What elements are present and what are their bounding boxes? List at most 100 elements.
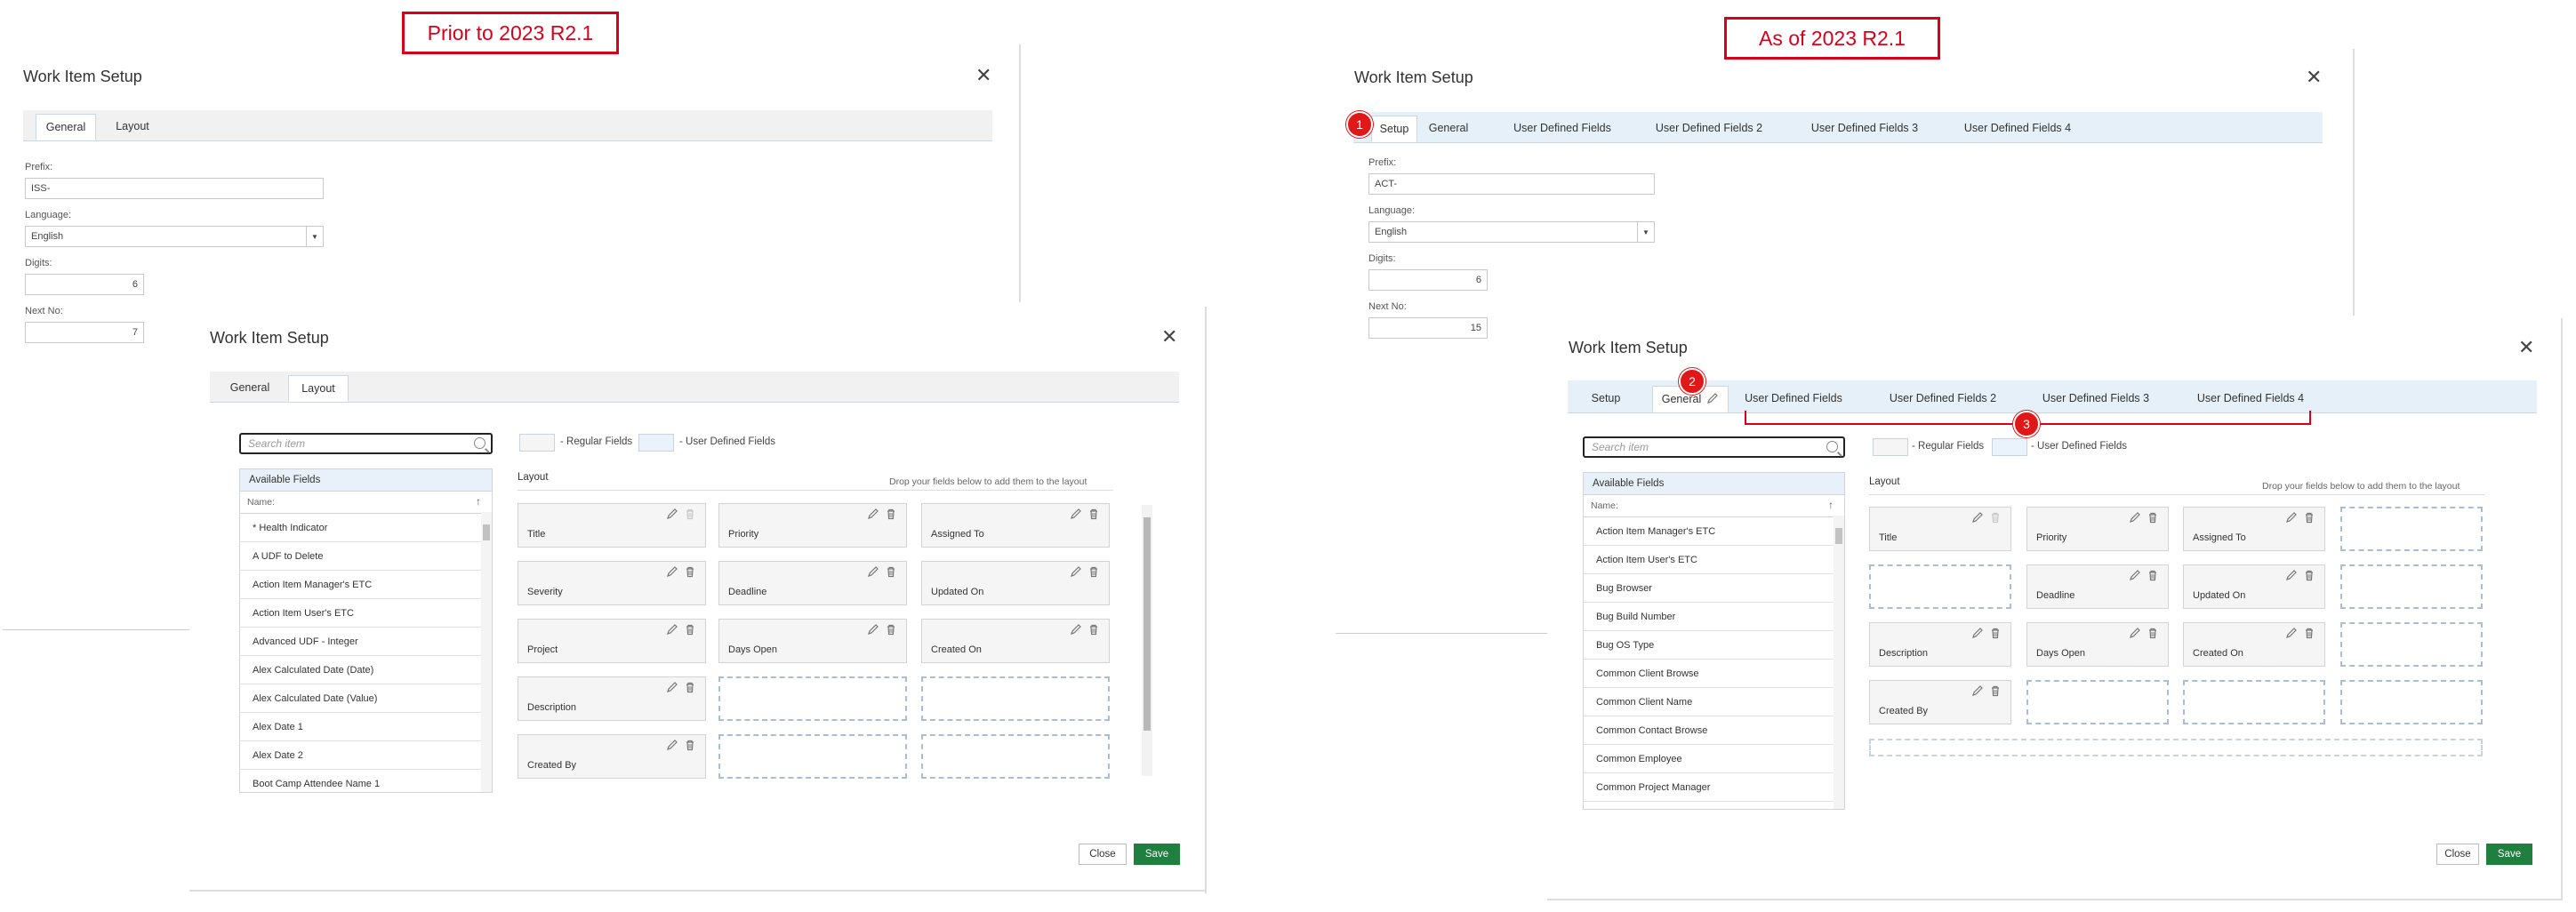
pencil-icon[interactable]: [666, 681, 678, 693]
search-input[interactable]: Search item: [239, 433, 493, 454]
search-icon[interactable]: [474, 437, 486, 449]
layout-field-card[interactable]: Days Open: [2026, 622, 2169, 667]
tab-udf-4[interactable]: User Defined Fields 4: [2184, 386, 2317, 411]
layout-field-card[interactable]: Priority: [718, 503, 907, 548]
list-item[interactable]: A UDF to Delete: [240, 542, 492, 571]
list-item[interactable]: Common Employee: [1584, 745, 1844, 773]
search-icon[interactable]: [1826, 441, 1838, 452]
empty-drop-slot[interactable]: [2183, 680, 2325, 724]
layout-field-card[interactable]: Created On: [921, 619, 1110, 663]
layout-field-card[interactable]: Assigned To: [2183, 507, 2325, 551]
language-select[interactable]: English ▼: [1368, 221, 1655, 243]
pencil-icon[interactable]: [867, 623, 879, 636]
trash-icon[interactable]: [684, 565, 696, 578]
layout-field-card[interactable]: Assigned To: [921, 503, 1110, 548]
layout-field-card[interactable]: Deadline: [718, 561, 907, 605]
pencil-icon[interactable]: [1070, 508, 1082, 520]
trash-icon[interactable]: [2303, 511, 2315, 524]
save-button[interactable]: Save: [2486, 844, 2532, 865]
layout-field-card[interactable]: Deadline: [2026, 564, 2169, 609]
chevron-down-icon[interactable]: ▼: [306, 227, 323, 246]
tab-udf-4[interactable]: User Defined Fields 4: [1951, 116, 2084, 140]
list-item[interactable]: Common Contact Browse: [1584, 716, 1844, 745]
trash-icon[interactable]: [1087, 623, 1100, 636]
empty-drop-slot[interactable]: [2340, 564, 2483, 609]
tab-layout[interactable]: Layout: [288, 375, 349, 402]
trash-icon[interactable]: [885, 508, 897, 520]
list-item[interactable]: Action Item Manager's ETC: [1584, 517, 1844, 546]
tab-setup[interactable]: Setup: [1583, 386, 1629, 411]
list-item[interactable]: Alex Calculated Date (Date): [240, 656, 492, 684]
list-item[interactable]: Action Item User's ETC: [1584, 546, 1844, 574]
list-item[interactable]: Common Project Manager: [1584, 773, 1844, 802]
layout-scrollbar[interactable]: [1142, 505, 1152, 776]
prefix-input[interactable]: ISS-: [25, 178, 324, 199]
trash-icon[interactable]: [684, 739, 696, 751]
chevron-down-icon[interactable]: ▼: [1637, 222, 1654, 242]
layout-field-card[interactable]: Title: [1869, 507, 2011, 551]
list-item[interactable]: Common Client Name: [1584, 688, 1844, 716]
tab-setup[interactable]: Setup: [1371, 116, 1417, 142]
pencil-icon[interactable]: [666, 739, 678, 751]
layout-field-card[interactable]: Priority: [2026, 507, 2169, 551]
layout-field-card[interactable]: Created On: [2183, 622, 2325, 667]
tab-general[interactable]: General: [1423, 116, 1474, 140]
tab-udf-2[interactable]: User Defined Fields 2: [1642, 116, 1776, 140]
trash-icon[interactable]: [1989, 684, 2002, 697]
empty-drop-slot[interactable]: [2340, 507, 2483, 551]
layout-field-card[interactable]: Severity: [518, 561, 706, 605]
empty-drop-slot[interactable]: [718, 676, 907, 721]
list-item[interactable]: Action Item User's ETC: [240, 599, 492, 628]
list-item[interactable]: Alex Calculated Date (Value): [240, 684, 492, 713]
layout-field-card[interactable]: Created By: [518, 734, 706, 779]
sort-icon[interactable]: ↑: [476, 495, 481, 508]
pencil-icon[interactable]: [1070, 565, 1082, 578]
close-icon[interactable]: ✕: [1161, 327, 1177, 347]
empty-drop-slot[interactable]: [2340, 680, 2483, 724]
tab-udf-3[interactable]: User Defined Fields 3: [2029, 386, 2163, 411]
tab-udf-1[interactable]: User Defined Fields: [1727, 386, 1860, 411]
layout-field-card[interactable]: Updated On: [921, 561, 1110, 605]
pencil-icon[interactable]: [1971, 511, 1984, 524]
pencil-icon[interactable]: [1971, 684, 1984, 697]
digits-input[interactable]: 6: [1368, 269, 1488, 291]
empty-drop-slot[interactable]: [2026, 680, 2169, 724]
layout-field-card[interactable]: Title: [518, 503, 706, 548]
pencil-icon[interactable]: [1706, 392, 1719, 407]
close-icon[interactable]: ✕: [975, 66, 991, 85]
list-item[interactable]: Bug Build Number: [1584, 603, 1844, 631]
empty-drop-slot[interactable]: [921, 676, 1110, 721]
close-button[interactable]: Close: [2436, 844, 2479, 865]
pencil-icon[interactable]: [2285, 511, 2298, 524]
close-icon[interactable]: ✕: [2306, 68, 2322, 87]
name-column-header[interactable]: Name: ↑: [240, 492, 492, 514]
pencil-icon[interactable]: [2285, 627, 2298, 639]
trash-icon[interactable]: [684, 681, 696, 693]
tab-layout[interactable]: Layout: [103, 114, 162, 139]
list-item[interactable]: Alex Date 1: [240, 713, 492, 741]
language-select[interactable]: English ▼: [25, 226, 324, 247]
sort-icon[interactable]: ↑: [1828, 499, 1834, 511]
empty-drop-slot[interactable]: [1869, 564, 2011, 609]
close-icon[interactable]: ✕: [2518, 338, 2534, 357]
layout-field-card[interactable]: Project: [518, 619, 706, 663]
list-scrollbar[interactable]: [481, 512, 492, 792]
layout-field-card[interactable]: Description: [518, 676, 706, 721]
layout-field-card[interactable]: Description: [1869, 622, 2011, 667]
pencil-icon[interactable]: [2129, 627, 2141, 639]
pencil-icon[interactable]: [867, 508, 879, 520]
empty-drop-slot[interactable]: [718, 734, 907, 779]
close-button[interactable]: Close: [1079, 844, 1127, 865]
trash-icon[interactable]: [2147, 569, 2159, 581]
list-item[interactable]: * Health Indicator: [240, 514, 492, 542]
list-item[interactable]: Alex Date 2: [240, 741, 492, 770]
pencil-icon[interactable]: [666, 565, 678, 578]
pencil-icon[interactable]: [2285, 569, 2298, 581]
pencil-icon[interactable]: [666, 508, 678, 520]
empty-drop-slot[interactable]: [1869, 739, 2483, 756]
layout-field-card[interactable]: Created By: [1869, 680, 2011, 724]
empty-drop-slot[interactable]: [2340, 622, 2483, 667]
pencil-icon[interactable]: [867, 565, 879, 578]
layout-field-card[interactable]: Days Open: [718, 619, 907, 663]
name-column-header[interactable]: Name: ↑: [1584, 495, 1844, 517]
